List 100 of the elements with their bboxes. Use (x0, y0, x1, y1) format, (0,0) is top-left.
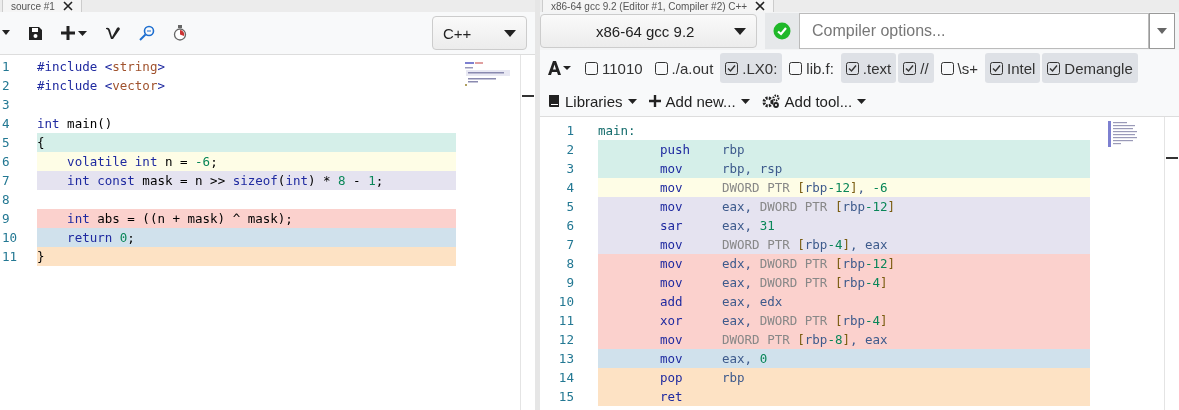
code-line: int abs = ((n + mask) ^ mask); (66, 211, 293, 226)
line-number: 15 (557, 389, 574, 404)
close-icon[interactable] (755, 1, 766, 11)
close-icon[interactable] (62, 1, 73, 11)
asm-operands: DWORD PTR [rbp-4], eax (722, 237, 888, 252)
line-number: 5 (1, 135, 11, 150)
asm-operands: eax, DWORD PTR [rbp-4] (722, 313, 888, 328)
line-number: 1 (565, 123, 574, 138)
line-number: 7 (565, 237, 574, 252)
line-number: 1 (1, 59, 11, 74)
caret-icon (627, 98, 637, 104)
line-number: 13 (557, 351, 574, 366)
line-number: 3 (1, 97, 11, 112)
caret-icon (734, 27, 746, 35)
line-number: 11 (557, 313, 574, 328)
checkbox-icon (845, 61, 859, 75)
asm-instruction: mov (660, 199, 684, 214)
checkbox-icon (585, 61, 598, 75)
add-icon[interactable] (61, 25, 87, 41)
gears-icon (761, 94, 780, 108)
line-number: 12 (557, 332, 574, 347)
line-number: 5 (565, 199, 574, 214)
filter-toggle[interactable]: .LX0: (720, 53, 783, 83)
plus-icon (648, 95, 661, 107)
vim-icon[interactable] (105, 26, 121, 40)
filter-toggle[interactable]: Demangle (1042, 53, 1138, 83)
filter-toggle[interactable]: \s+ (935, 53, 983, 83)
caret-icon (857, 98, 867, 104)
code-line: int const mask = n >> sizeof(int) * 8 - 1; (66, 173, 384, 188)
asm-operands: eax, DWORD PTR [rbp-12] (722, 199, 896, 214)
tab-title: source #1 (11, 0, 55, 12)
asm-operands: rbp (722, 142, 745, 157)
asm-instruction: mov (660, 256, 684, 271)
options-dropdown-button[interactable] (1149, 13, 1175, 49)
checkbox-icon (725, 61, 739, 75)
menu-button[interactable]: Add new... (648, 92, 750, 110)
code-line: return 0; (66, 230, 135, 245)
caret-icon (740, 98, 750, 104)
check-circle-icon (773, 22, 791, 40)
line-number: 6 (1, 154, 11, 169)
line-number: 2 (565, 142, 574, 157)
asm-instruction: push (660, 142, 692, 157)
checkbox-icon (990, 61, 1003, 75)
zoom-icon[interactable] (139, 25, 155, 41)
scrollbar[interactable] (1164, 117, 1179, 410)
timer-icon[interactable] (173, 25, 187, 41)
line-number: 11 (1, 249, 19, 264)
menu-button[interactable]: Add tool... (761, 92, 867, 110)
font-icon (548, 61, 572, 75)
asm-operands: DWORD PTR [rbp-8], eax (722, 332, 888, 347)
code-line: #include <string> (37, 59, 165, 74)
filter-toggle[interactable]: lib.f: (784, 53, 839, 83)
asm-instruction: mov (660, 351, 684, 366)
line-number: 6 (565, 218, 574, 233)
asm-operands: DWORD PTR [rbp-12], -6 (722, 180, 888, 195)
line-number: 10 (557, 294, 574, 309)
compiler-dropdown[interactable]: x86-64 gcc 9.2 (540, 14, 757, 48)
asm-instruction: ret (660, 389, 684, 404)
filter-toggle[interactable]: .text (840, 53, 897, 83)
caret-icon (504, 29, 516, 37)
asm-operands: edx, DWORD PTR [rbp-12] (722, 256, 896, 271)
line-number: 10 (1, 230, 19, 245)
asm-instruction: pop (660, 370, 684, 385)
asm-operands: eax, edx (722, 294, 783, 309)
code-line: int main() (37, 116, 113, 131)
save-icon[interactable] (28, 25, 43, 41)
caret-icon[interactable] (2, 30, 10, 36)
code-line: { (37, 135, 45, 150)
editor-tab[interactable]: source #1 (2, 0, 82, 12)
tab-title: x86-64 gcc 9.2 (Editor #1, Compiler #2) C++ (551, 0, 748, 12)
checkbox-icon (903, 61, 917, 75)
line-number: 9 (565, 275, 574, 290)
asm-operands: eax, DWORD PTR [rbp-4] (722, 275, 888, 290)
checkbox-icon (1047, 61, 1061, 75)
asm-instruction: mov (660, 275, 684, 290)
caret-icon (1157, 28, 1167, 34)
line-number: 7 (1, 173, 11, 188)
asm-instruction: mov (660, 332, 684, 347)
checkbox-icon (940, 61, 954, 75)
line-number: 4 (565, 180, 574, 195)
line-number: 2 (1, 78, 11, 93)
menu-button[interactable]: Libraries (548, 92, 637, 110)
asm-instruction: mov (660, 237, 684, 252)
asm-operands: rbp, rsp (722, 161, 783, 176)
asm-instruction: add (660, 294, 684, 309)
line-number: 8 (1, 192, 11, 207)
filter-toggle[interactable]: ./a.out (649, 53, 719, 83)
compiler-options-field[interactable]: Compiler options... (799, 13, 1149, 49)
filter-toggle[interactable]: 11010 (580, 53, 648, 83)
code-line: volatile int n = -6; (66, 154, 218, 169)
asm-instruction: mov (660, 180, 684, 195)
code-line: #include <vector> (37, 78, 165, 93)
book-icon (548, 94, 560, 108)
compiler-tab[interactable]: x86-64 gcc 9.2 (Editor #1, Compiler #2) C++ (542, 0, 775, 12)
filter-toggle[interactable]: Intel (985, 53, 1041, 83)
language-dropdown[interactable]: C++ (432, 16, 527, 50)
line-number: 3 (565, 161, 574, 176)
filter-toggle[interactable]: // (898, 53, 934, 83)
scrollbar[interactable] (520, 55, 535, 410)
line-number: 4 (1, 116, 11, 131)
